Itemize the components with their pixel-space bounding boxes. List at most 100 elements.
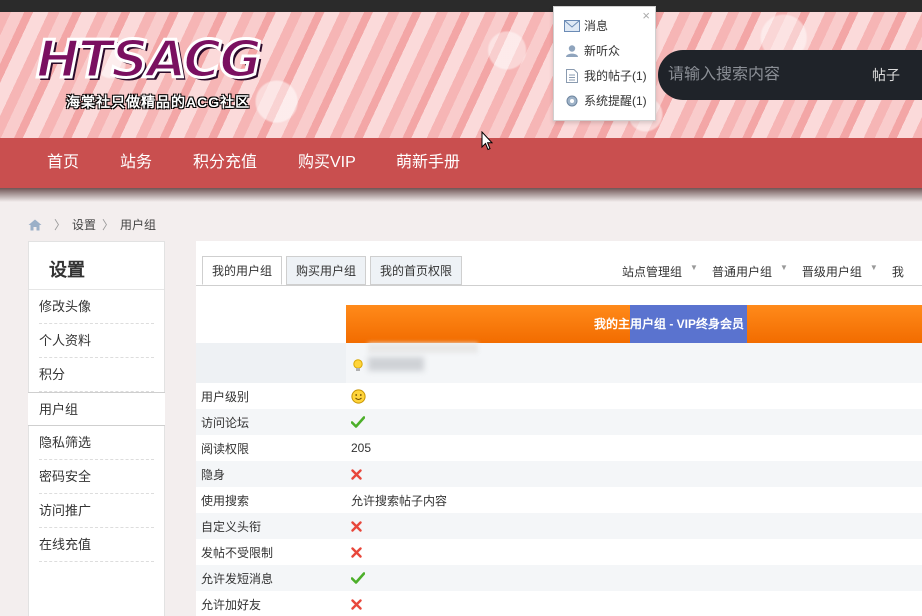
group-header: 我的主用户组 - VIP终身会员: [346, 305, 922, 343]
group-link-promoted[interactable]: 晋级用户组: [802, 263, 862, 280]
breadcrumb-settings[interactable]: 设置: [72, 216, 96, 233]
sidebar-item-privacy[interactable]: 隐私筛选: [29, 426, 164, 460]
permission-row: 使用搜索 允许搜索帖子内容: [196, 487, 922, 513]
tab-bar: 我的用户组 购买用户组 我的首页权限: [196, 256, 463, 286]
breadcrumb-separator: 〉: [102, 218, 115, 232]
permission-row: 阅读权限 205: [196, 435, 922, 461]
permission-value: [346, 572, 365, 584]
sidebar-item-online-recharge[interactable]: 在线充值: [29, 528, 164, 562]
permission-value-text: 205: [351, 441, 372, 455]
notify-item-label: 我的帖子: [584, 69, 633, 83]
nav-item-buy-vip[interactable]: 购买VIP: [298, 138, 356, 188]
logo-slogan: 海棠社只做精品的ACG社区: [66, 94, 251, 110]
user-info-row: [196, 343, 922, 383]
permission-label: 允许发短消息: [201, 571, 274, 586]
document-icon: [564, 68, 580, 83]
main-content: 我的用户组 购买用户组 我的首页权限 站点管理组 ▼ 普通用户组 ▼ 晋级用户组…: [196, 241, 922, 616]
nav-item-newbie-guide[interactable]: 萌新手册: [396, 138, 460, 188]
close-icon[interactable]: ×: [642, 8, 650, 23]
search-type-selector[interactable]: 帖子: [872, 65, 900, 85]
sidebar-item-promotion[interactable]: 访问推广: [29, 494, 164, 528]
user-icon: [564, 44, 580, 58]
lightbulb-icon: [353, 359, 363, 375]
notify-item-messages[interactable]: 消息: [554, 13, 655, 38]
cross-icon: [351, 546, 362, 558]
envelope-icon: [564, 19, 580, 33]
sidebar-item-avatar[interactable]: 修改头像: [29, 290, 164, 324]
smiley-icon: [351, 388, 366, 404]
notify-item-label: 系统提醒: [584, 94, 633, 108]
permission-value: [346, 416, 365, 428]
notify-item-count: (1): [632, 93, 647, 108]
sidebar-title: 设置: [29, 242, 164, 290]
tab-buy-usergroup[interactable]: 购买用户组: [286, 256, 367, 285]
notify-item-count: (1): [632, 68, 647, 83]
chevron-down-icon[interactable]: ▼: [690, 263, 698, 280]
permission-label: 允许加好友: [201, 597, 262, 612]
group-header-title: 我的主用户组 - VIP终身会员: [594, 317, 745, 331]
site-logo[interactable]: HTSACG 海棠社只做精品的ACG社区: [35, 31, 264, 111]
chevron-down-icon[interactable]: ▼: [780, 263, 788, 280]
sidebar-item-password[interactable]: 密码安全: [29, 460, 164, 494]
tab-my-usergroup[interactable]: 我的用户组: [202, 256, 283, 285]
permission-row: 自定义头衔: [196, 513, 922, 539]
nav-item-site-affairs[interactable]: 站务: [120, 138, 152, 188]
check-icon: [351, 416, 365, 428]
sidebar-item-credits[interactable]: 积分: [29, 358, 164, 392]
permission-row: 隐身: [196, 461, 922, 487]
blurred-username: [368, 343, 478, 353]
gear-icon: [564, 94, 580, 108]
tab-home-permissions[interactable]: 我的首页权限: [370, 256, 463, 285]
permission-value: [346, 468, 362, 480]
notify-item-label: 消息: [584, 19, 609, 33]
permission-table: 用户级别访问论坛阅读权限 205 隐身使用搜索 允许搜索帖子内容自定义头衔发帖不受限制…: [196, 383, 922, 616]
search-input[interactable]: [668, 66, 858, 84]
permission-value: 允许搜索帖子内容: [346, 492, 447, 509]
mouse-cursor-icon: [481, 130, 494, 154]
breadcrumb: 〉 设置 〉 用户组: [28, 216, 156, 233]
header-banner: HTSACG 海棠社只做精品的ACG社区 帖子: [0, 12, 922, 140]
notification-dropdown: × 消息 新听众 我的帖子 (1) 系统提醒 (1): [553, 6, 656, 121]
permission-row: 发帖不受限制: [196, 539, 922, 565]
permission-value-text: 允许搜索帖子内容: [351, 493, 448, 508]
permission-label: 访问论坛: [201, 415, 250, 430]
permission-value: [346, 598, 362, 610]
permission-value: [346, 520, 362, 532]
breadcrumb-separator: 〉: [54, 218, 67, 232]
home-icon[interactable]: [28, 219, 42, 231]
cross-icon: [351, 520, 362, 532]
settings-sidebar: 设置 修改头像 个人资料 积分 用户组 隐私筛选 密码安全 访问推广 在线充值: [28, 241, 165, 616]
sidebar-item-usergroup[interactable]: 用户组: [28, 392, 165, 426]
notify-item-my-posts[interactable]: 我的帖子 (1): [554, 63, 655, 88]
sidebar-item-profile[interactable]: 个人资料: [29, 324, 164, 358]
breadcrumb-usergroup: 用户组: [120, 218, 157, 232]
top-strip: [0, 0, 922, 12]
permission-row: 访问论坛: [196, 409, 922, 435]
nav-item-home[interactable]: 首页: [47, 138, 79, 188]
user-info-label-cell: [196, 343, 346, 383]
cross-icon: [351, 468, 362, 480]
check-icon: [351, 572, 365, 584]
notify-item-system[interactable]: 系统提醒 (1): [554, 88, 655, 113]
permission-row: 允许发短消息: [196, 565, 922, 591]
chevron-down-icon[interactable]: ▼: [870, 263, 878, 280]
permission-value: 205: [346, 441, 371, 455]
permission-label: 自定义头衔: [201, 519, 262, 534]
nav-item-recharge[interactable]: 积分充值: [193, 138, 257, 188]
notify-item-followers[interactable]: 新听众: [554, 38, 655, 63]
permission-value: [346, 388, 366, 404]
permission-label: 隐身: [201, 467, 226, 482]
search-box: 帖子: [658, 50, 922, 100]
permission-row: 允许加好友: [196, 591, 922, 616]
permission-value: [346, 546, 362, 558]
permission-label: 发帖不受限制: [201, 545, 274, 560]
group-link-mine[interactable]: 我: [892, 263, 904, 280]
notify-item-label: 新听众: [584, 44, 621, 58]
group-link-normal[interactable]: 普通用户组: [712, 263, 772, 280]
group-link-admin[interactable]: 站点管理组: [622, 263, 682, 280]
permission-label: 使用搜索: [201, 493, 250, 508]
main-nav: 首页 站务 积分充值 购买VIP 萌新手册: [0, 138, 922, 202]
permission-label: 用户级别: [201, 389, 250, 404]
blurred-group-name: [368, 357, 424, 371]
permission-row: 用户级别: [196, 383, 922, 409]
